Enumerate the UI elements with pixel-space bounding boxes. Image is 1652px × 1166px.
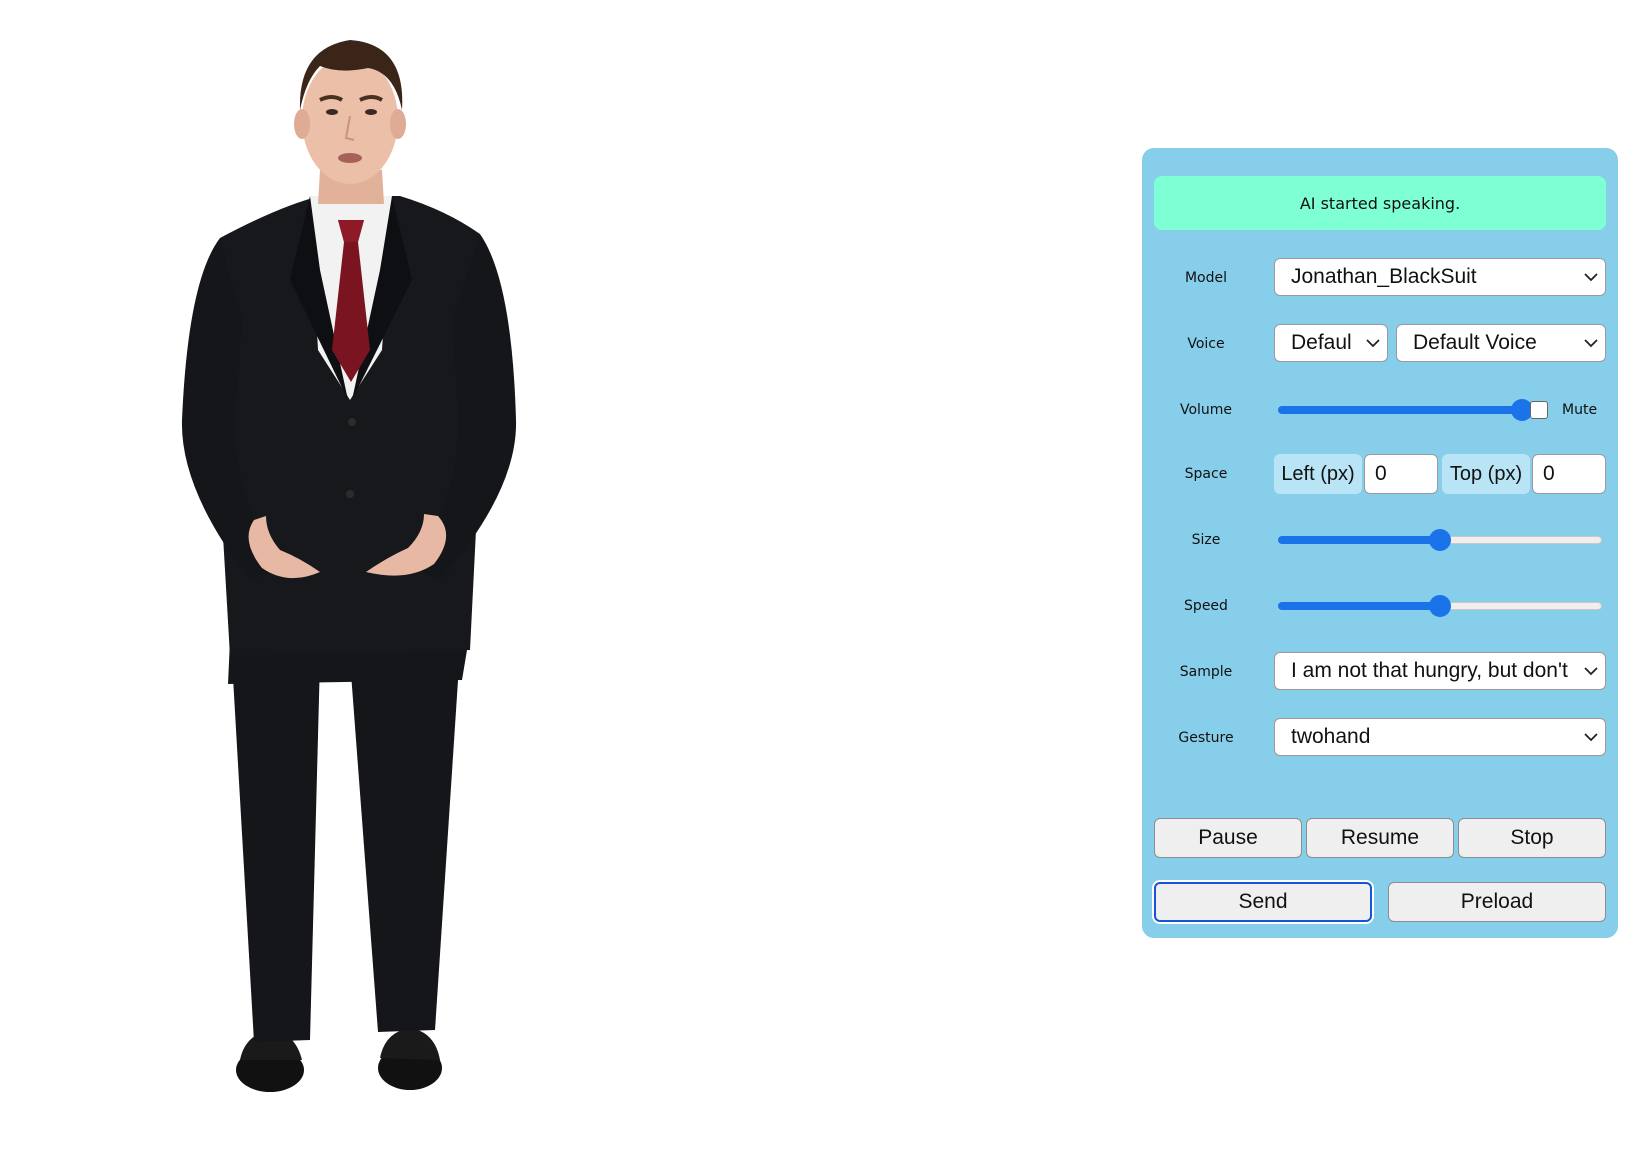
top-px-input[interactable]: 0 [1532, 454, 1606, 494]
voice-row: Voice Defaul Default Voice [1142, 322, 1618, 366]
speed-slider[interactable] [1278, 595, 1602, 617]
speed-label: Speed [1184, 598, 1228, 614]
gesture-select-value: twohand [1291, 725, 1371, 748]
chevron-down-icon [1359, 325, 1387, 361]
model-select-value: Jonathan_BlackSuit [1291, 265, 1477, 288]
speed-slider-thumb[interactable] [1429, 595, 1451, 617]
chevron-down-icon [1577, 259, 1605, 295]
sample-label: Sample [1179, 664, 1233, 680]
sample-row: Sample I am not that hungry, but don't [1142, 650, 1618, 694]
size-row: Size [1142, 518, 1618, 562]
status-banner: AI started speaking. [1154, 176, 1606, 230]
size-slider-thumb[interactable] [1429, 529, 1451, 551]
speed-slider-fill [1278, 602, 1440, 610]
control-panel: AI started speaking. Model Jonathan_Blac… [1142, 148, 1618, 938]
space-row: Space Left (px) 0 Top (px) 0 [1142, 452, 1618, 496]
volume-slider-fill [1278, 406, 1522, 414]
voice-language-value: Defaul [1291, 331, 1352, 354]
mute-checkbox[interactable] [1530, 401, 1548, 419]
preload-button[interactable]: Preload [1388, 882, 1606, 922]
voice-language-select[interactable]: Defaul [1274, 324, 1388, 362]
sample-select-value: I am not that hungry, but don't [1291, 659, 1568, 682]
size-label: Size [1191, 532, 1221, 548]
send-button[interactable]: Send [1154, 882, 1372, 922]
model-select[interactable]: Jonathan_BlackSuit [1274, 258, 1606, 296]
voice-select-value: Default Voice [1413, 331, 1537, 354]
gesture-label: Gesture [1178, 730, 1234, 746]
volume-row: Volume Mute [1142, 388, 1618, 432]
size-slider[interactable] [1278, 529, 1602, 551]
chevron-down-icon [1577, 653, 1605, 689]
model-row: Model Jonathan_BlackSuit [1142, 256, 1618, 300]
volume-slider[interactable] [1278, 399, 1533, 421]
sample-select[interactable]: I am not that hungry, but don't [1274, 652, 1606, 690]
mute-label: Mute [1562, 402, 1598, 418]
model-label: Model [1184, 270, 1228, 286]
gesture-row: Gesture twohand [1142, 716, 1618, 760]
space-label: Space [1184, 466, 1228, 482]
stop-button[interactable]: Stop [1458, 818, 1606, 858]
speed-row: Speed [1142, 584, 1618, 628]
left-px-input[interactable]: 0 [1364, 454, 1438, 494]
voice-label: Voice [1187, 336, 1225, 352]
chevron-down-icon [1577, 325, 1605, 361]
ai-avatar-image [181, 40, 517, 1092]
volume-label: Volume [1179, 402, 1233, 418]
gesture-select[interactable]: twohand [1274, 718, 1606, 756]
voice-select[interactable]: Default Voice [1396, 324, 1606, 362]
top-px-tag: Top (px) [1442, 454, 1530, 494]
left-px-tag: Left (px) [1274, 454, 1362, 494]
size-slider-fill [1278, 536, 1440, 544]
pause-button[interactable]: Pause [1154, 818, 1302, 858]
chevron-down-icon [1577, 719, 1605, 755]
resume-button[interactable]: Resume [1306, 818, 1454, 858]
